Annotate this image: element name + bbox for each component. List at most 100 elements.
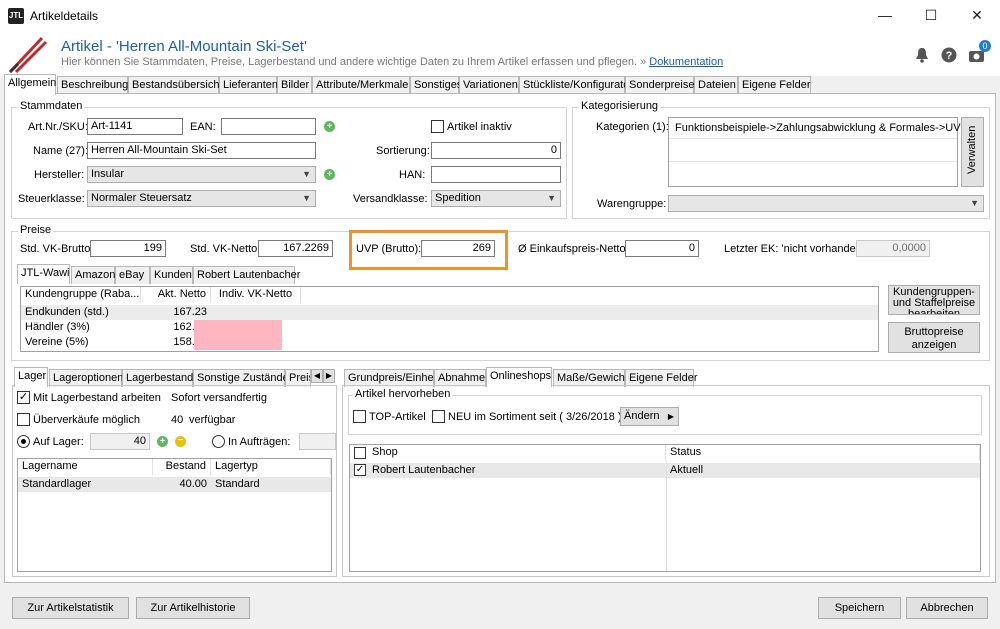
in-auftraegen-label: In Aufträgen: (228, 436, 291, 448)
sortierung-label: Sortierung: (376, 145, 430, 157)
kategorisierung-title: Kategorisierung (579, 100, 661, 112)
col-bestand[interactable]: Bestand (153, 459, 211, 475)
tab-beschreibung[interactable]: Beschreibung (57, 76, 128, 94)
table-row[interactable]: Händler (3%) 162.21 (21, 320, 878, 335)
sortierung-input[interactable]: 0 (431, 142, 561, 159)
ueberverkaeufe-checkbox[interactable] (17, 413, 30, 426)
tab-jtl-wawi[interactable]: JTL-Wawi (17, 264, 70, 284)
tab-bestandsuebersicht[interactable]: Bestandsübersicht (128, 76, 223, 94)
tab-scroll-right-icon[interactable]: ▶ (323, 369, 335, 383)
tab-stueckliste[interactable]: Stückliste/Konfigurator (519, 76, 633, 94)
table-row[interactable]: ✓ Robert Lautenbacher Aktuell (350, 463, 980, 478)
title-bar (0, 0, 1000, 31)
vk-brutto-input[interactable]: 199 (90, 240, 166, 257)
col-lagername[interactable]: Lagername (18, 459, 153, 475)
artnr-input[interactable]: Art-1141 (87, 118, 183, 135)
col-lagertyp[interactable]: Lagertyp (211, 459, 331, 475)
help-icon[interactable]: ? (941, 47, 957, 63)
kategorien-list[interactable]: Funktionsbeispiele->Zahlungsabwicklung &… (668, 117, 968, 187)
tab-onlineshops[interactable]: Onlineshops (486, 367, 552, 387)
tab-allgemein[interactable]: Allgemein (4, 74, 56, 95)
add-ean-icon[interactable]: + (324, 121, 335, 132)
steuerklasse-select[interactable]: Normaler Steuersatz ▼ (87, 190, 316, 207)
documentation-link[interactable]: Dokumentation (649, 56, 723, 68)
col-status[interactable]: Status (666, 445, 980, 461)
staffelpreise-button[interactable]: Kundengruppen- und Staffelpreise bearbei… (888, 285, 980, 315)
verfuegbar-label: verfügbar (189, 414, 236, 426)
tab-kunden[interactable]: Kunden (150, 266, 193, 284)
letzter-ek-label: Letzter EK: 'nicht vorhanden' (724, 243, 864, 255)
in-auftraegen-input (299, 433, 336, 450)
minimize-button[interactable]: — (862, 0, 908, 31)
name-input[interactable]: Herren All-Mountain Ski-Set (87, 142, 316, 159)
tab-variationen[interactable]: Variationen (459, 76, 519, 94)
uvp-input[interactable]: 269 (421, 240, 495, 257)
tab-lager[interactable]: Lager (14, 367, 48, 387)
tab-ebay[interactable]: eBay (115, 266, 150, 284)
speichern-button[interactable]: Speichern (818, 597, 901, 619)
lager-table: Lagername Bestand Lagertyp Standardlager… (17, 458, 332, 572)
shop-checkbox[interactable]: ✓ (354, 464, 366, 476)
verwalten-button[interactable]: Verwalten (961, 117, 984, 187)
table-row[interactable]: Endkunden (std.) 167.23 (21, 305, 878, 320)
tab-robert-lautenbacher[interactable]: Robert Lautenbacher (193, 266, 300, 284)
col-akt-netto[interactable]: Akt. Netto (141, 287, 211, 303)
han-input[interactable] (431, 166, 561, 183)
versandklasse-select[interactable]: Spedition ▼ (431, 190, 561, 207)
remove-stock-icon[interactable]: − (175, 436, 186, 447)
sofort-versandfertig-label: Sofort versandfertig (171, 392, 267, 404)
artikel-inaktiv-label: Artikel inaktiv (447, 121, 512, 133)
auf-lager-input[interactable]: 40 (90, 433, 150, 450)
tab-attribute[interactable]: Attribute/Merkmale (312, 76, 410, 94)
hersteller-select[interactable]: Insular ▼ (87, 166, 316, 183)
table-row[interactable]: Vereine (5%) 158.87 (21, 335, 878, 350)
bell-icon[interactable] (914, 47, 930, 63)
page-subtitle: Hier können Sie Stammdaten, Preise, Lage… (61, 56, 724, 68)
tab-lieferanten[interactable]: Lieferanten (219, 76, 278, 94)
top-artikel-label: TOP-Artikel (369, 411, 426, 423)
col-indiv-netto[interactable]: Indiv. VK-Netto (211, 287, 301, 303)
abbrechen-button[interactable]: Abbrechen (906, 597, 988, 619)
preise-title: Preise (18, 224, 54, 236)
top-artikel-checkbox[interactable] (353, 410, 366, 423)
neu-sortiment-checkbox[interactable] (432, 410, 445, 423)
preise-table: Kundengruppe (Raba... Akt. Netto Indiv. … (20, 286, 879, 352)
chevron-down-icon: ▼ (970, 198, 979, 208)
tab-amazon[interactable]: Amazon (71, 266, 115, 284)
warengruppe-select[interactable]: ▼ (668, 195, 984, 212)
svg-text:?: ? (946, 50, 953, 62)
hersteller-label: Hersteller: (34, 169, 85, 181)
mit-lagerbestand-checkbox[interactable]: ✓ (17, 391, 30, 404)
aendern-button[interactable]: Ändern ▶ (620, 407, 679, 426)
ueberverkaeufe-label: Überverkäufe möglich (33, 414, 140, 426)
select-all-checkbox[interactable] (354, 447, 366, 459)
table-row[interactable]: Standardlager 40.00 Standard (18, 477, 331, 492)
letzter-ek-input: 0,0000 (856, 240, 930, 257)
ean-input[interactable] (221, 118, 316, 135)
artikelstatistik-button[interactable]: Zur Artikelstatistik (12, 597, 129, 619)
chevron-right-icon: ▶ (667, 412, 674, 421)
artikelhistorie-button[interactable]: Zur Artikelhistorie (136, 597, 250, 619)
maximize-button[interactable]: ☐ (908, 0, 954, 31)
bruttopreise-button[interactable]: Bruttopreise anzeigen (888, 322, 980, 353)
vk-netto-input[interactable]: 167.2269 (258, 240, 333, 257)
tab-sonstiges[interactable]: Sonstiges (410, 76, 462, 94)
tab-scroll-left-icon[interactable]: ◀ (311, 369, 323, 383)
tab-eigene-felder[interactable]: Eigene Felder (738, 76, 811, 94)
artikel-inaktiv-checkbox[interactable] (431, 120, 444, 133)
vk-brutto-label: Std. VK-Brutto: (20, 243, 94, 255)
kategorie-item[interactable]: Funktionsbeispiele->Zahlungsabwicklung &… (671, 121, 972, 136)
tab-bilder[interactable]: Bilder (277, 76, 312, 94)
tab-dateien[interactable]: Dateien (694, 76, 738, 94)
add-hersteller-icon[interactable]: + (324, 169, 335, 180)
in-auftraegen-radio[interactable] (212, 435, 225, 448)
tab-sonderpreise[interactable]: Sonderpreise (625, 76, 694, 94)
auf-lager-radio[interactable] (17, 435, 30, 448)
close-window-button[interactable]: ✕ (954, 0, 1000, 31)
col-kundengruppe[interactable]: Kundengruppe (Raba... (21, 287, 141, 303)
jtl-app-icon: JTL (8, 8, 24, 24)
einkaufspreis-input[interactable]: 0 (625, 240, 699, 257)
notification-badge: 0 (979, 40, 991, 52)
add-stock-icon[interactable]: + (157, 436, 168, 447)
col-shop[interactable]: Shop (368, 445, 666, 461)
